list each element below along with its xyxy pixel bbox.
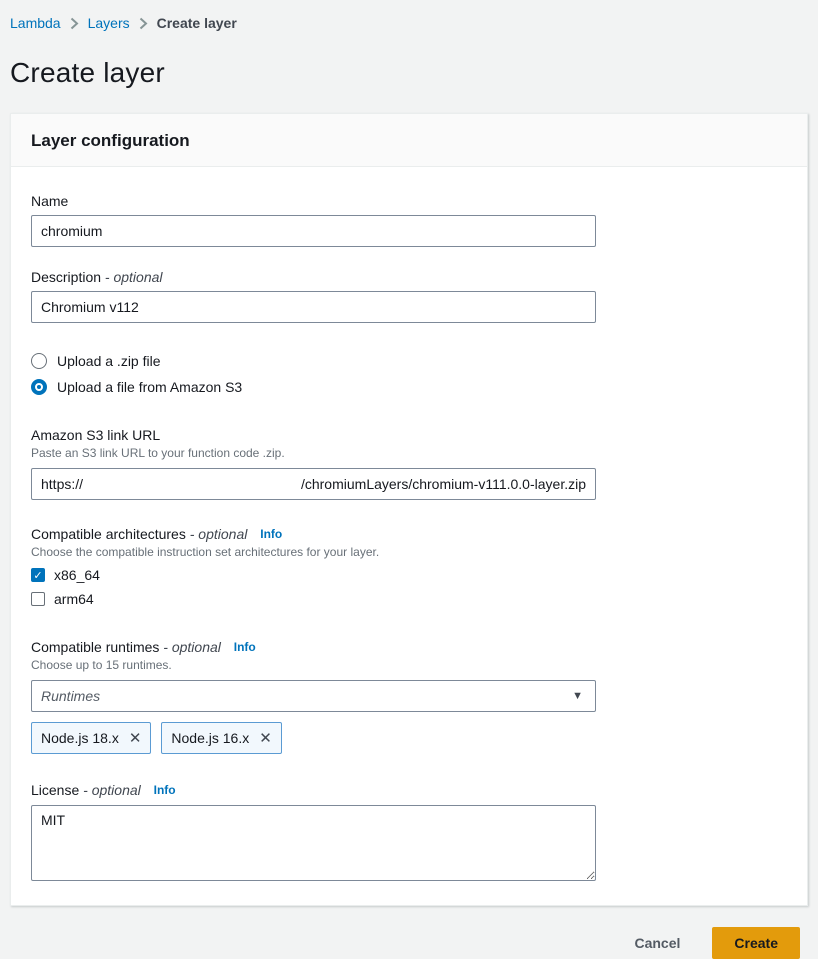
architectures-label-text: Compatible architectures: [31, 526, 186, 542]
form-actions: Cancel Create: [10, 906, 808, 959]
panel-title: Layer configuration: [31, 131, 787, 151]
token-nodejs-18: Node.js 18.x ✕: [31, 722, 151, 754]
checkbox-arm64-label: arm64: [54, 591, 94, 607]
description-optional-text: - optional: [105, 269, 163, 285]
s3-url-hint: Paste an S3 link URL to your function co…: [31, 446, 596, 460]
token-nodejs-18-label: Node.js 18.x: [41, 730, 119, 746]
license-textarea[interactable]: MIT: [31, 805, 596, 881]
license-info-link[interactable]: Info: [154, 783, 176, 797]
checkbox-x86-64[interactable]: ✓ x86_64: [31, 567, 596, 583]
page-title: Create layer: [10, 57, 808, 89]
token-nodejs-16-label: Node.js 16.x: [171, 730, 249, 746]
panel-header: Layer configuration: [11, 114, 807, 167]
description-label-text: Description: [31, 269, 101, 285]
architectures-info-link[interactable]: Info: [260, 527, 282, 541]
license-label: License - optional Info: [31, 782, 596, 798]
runtimes-label: Compatible runtimes - optional Info: [31, 639, 596, 655]
architectures-label: Compatible architectures - optional Info: [31, 526, 596, 542]
layer-configuration-panel: Layer configuration Name Description - o…: [10, 113, 808, 906]
radio-upload-zip-label: Upload a .zip file: [57, 353, 161, 369]
runtimes-hint: Choose up to 15 runtimes.: [31, 658, 596, 672]
token-nodejs-16: Node.js 16.x ✕: [161, 722, 281, 754]
radio-upload-s3-label: Upload a file from Amazon S3: [57, 379, 242, 395]
create-button[interactable]: Create: [712, 927, 800, 959]
runtimes-select-placeholder: Runtimes: [41, 688, 100, 704]
breadcrumb-current: Create layer: [157, 15, 237, 31]
license-label-text: License: [31, 782, 79, 798]
checkbox-icon: ✓: [31, 592, 45, 606]
radio-upload-zip[interactable]: Upload a .zip file: [31, 353, 787, 369]
radio-icon: [31, 379, 47, 395]
architectures-hint: Choose the compatible instruction set ar…: [31, 545, 596, 559]
s3-url-input[interactable]: https:// /chromiumLayers/chromium-v111.0…: [31, 468, 596, 500]
upload-source-radio-group: Upload a .zip file Upload a file from Am…: [31, 353, 787, 395]
architectures-field-group: Compatible architectures - optional Info…: [31, 526, 596, 607]
breadcrumb: Lambda Layers Create layer: [10, 0, 808, 31]
cancel-button[interactable]: Cancel: [630, 929, 684, 957]
runtimes-field-group: Compatible runtimes - optional Info Choo…: [31, 639, 596, 754]
name-input[interactable]: [31, 215, 596, 247]
s3-url-label: Amazon S3 link URL: [31, 427, 596, 443]
description-input[interactable]: [31, 291, 596, 323]
close-icon[interactable]: ✕: [129, 731, 142, 746]
radio-upload-s3[interactable]: Upload a file from Amazon S3: [31, 379, 787, 395]
checkbox-icon: ✓: [31, 568, 45, 582]
panel-body: Name Description - optional Upload a .zi…: [11, 167, 807, 905]
runtimes-label-text: Compatible runtimes: [31, 639, 159, 655]
description-label: Description - optional: [31, 269, 596, 285]
create-layer-page: Lambda Layers Create layer Create layer …: [0, 0, 818, 959]
radio-icon: [31, 353, 47, 369]
license-optional-text: - optional: [83, 782, 141, 798]
runtimes-token-row: Node.js 18.x ✕ Node.js 16.x ✕: [31, 722, 596, 754]
breadcrumb-link-layers[interactable]: Layers: [88, 15, 130, 31]
s3-url-prefix: https://: [41, 476, 83, 492]
chevron-down-icon: ▼: [572, 690, 583, 702]
architectures-optional-text: - optional: [190, 526, 248, 542]
s3-url-field-group: Amazon S3 link URL Paste an S3 link URL …: [31, 427, 596, 500]
name-label: Name: [31, 193, 596, 209]
breadcrumb-separator-icon: [70, 17, 79, 30]
runtimes-select[interactable]: Runtimes ▼: [31, 680, 596, 712]
s3-url-suffix: /chromiumLayers/chromium-v111.0.0-layer.…: [301, 476, 586, 492]
breadcrumb-separator-icon: [139, 17, 148, 30]
checkbox-x86-64-label: x86_64: [54, 567, 100, 583]
runtimes-info-link[interactable]: Info: [234, 640, 256, 654]
breadcrumb-link-lambda[interactable]: Lambda: [10, 15, 61, 31]
close-icon[interactable]: ✕: [259, 731, 272, 746]
runtimes-optional-text: - optional: [163, 639, 221, 655]
checkbox-arm64[interactable]: ✓ arm64: [31, 591, 596, 607]
license-field-group: License - optional Info MIT: [31, 782, 596, 881]
description-field-group: Description - optional: [31, 269, 596, 323]
name-field-group: Name: [31, 193, 596, 247]
